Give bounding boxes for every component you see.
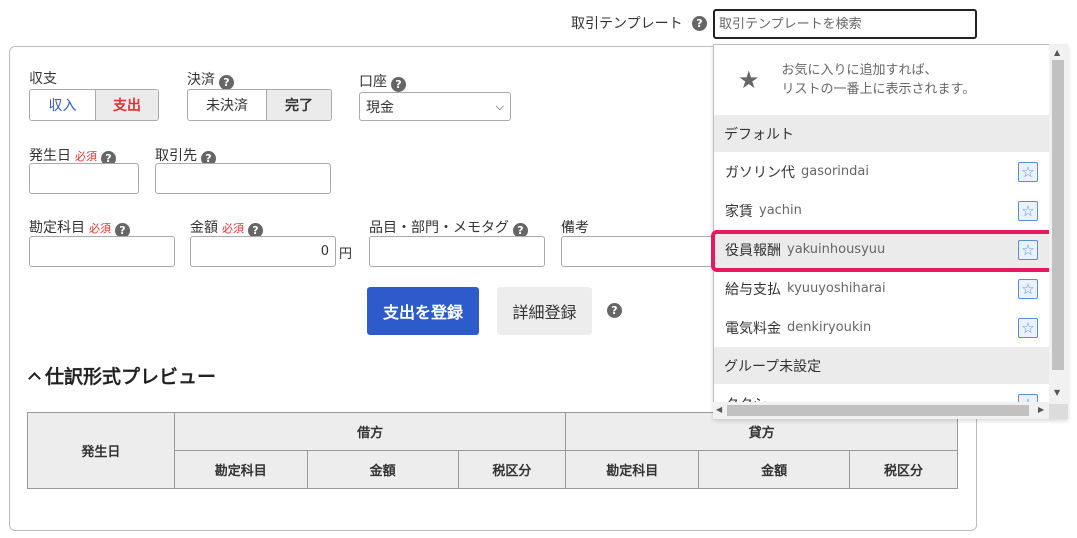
unsettled-option[interactable]: 未決済: [188, 90, 266, 120]
register-expense-button[interactable]: 支出を登録: [367, 287, 479, 335]
scroll-down-icon[interactable]: ▼: [1054, 388, 1060, 397]
account-label: 口座?: [359, 71, 406, 92]
type-label: 収支: [29, 71, 57, 87]
settlement-toggle: 未決済 完了: [187, 89, 332, 121]
help-icon[interactable]: ?: [219, 75, 234, 90]
group-header: デフォルト: [714, 115, 1050, 152]
favorite-hint: ★ お気に入りに追加すれば、 リストの一番上に表示されます。: [714, 45, 1050, 115]
settlement-label: 決済?: [187, 69, 234, 90]
type-toggle: 収入 支出: [29, 89, 159, 121]
scrollbar-thumb[interactable]: [727, 405, 1029, 416]
favorite-star-icon[interactable]: ☆: [1018, 318, 1038, 338]
template-item[interactable]: 給与支払 kyuuyoshiharai ☆: [714, 269, 1050, 308]
header-debit-amount: 金額: [306, 450, 459, 489]
header-credit-account: 勘定科目: [565, 450, 700, 489]
journal-preview-toggle[interactable]: 仕訳形式プレビュー: [27, 362, 216, 389]
account-select[interactable]: 現金 ⌵: [359, 92, 511, 121]
header-credit-amount: 金額: [698, 450, 851, 489]
favorite-star-icon[interactable]: ☆: [1018, 162, 1038, 182]
header-credit-tax: 税区分: [849, 450, 958, 489]
template-item[interactable]: ガソリン代 gasorindai ☆: [714, 152, 1050, 191]
account-select-value: 現金: [366, 99, 394, 116]
highlight-box: [711, 230, 1057, 272]
scroll-left-icon[interactable]: ◀: [716, 405, 722, 414]
favorite-hint-line2: リストの一番上に表示されます。: [781, 82, 976, 97]
help-icon[interactable]: ?: [692, 16, 707, 31]
chevron-down-icon: ⌵: [495, 99, 504, 113]
yen-unit: 円: [339, 247, 353, 262]
chevron-up-icon: [28, 372, 41, 385]
help-icon[interactable]: ?: [607, 303, 622, 318]
header-date: 発生日: [27, 412, 175, 489]
amount-field[interactable]: 0: [190, 236, 336, 267]
template-item[interactable]: 電気料金 denkiryoukin ☆: [714, 308, 1050, 347]
vertical-scrollbar[interactable]: ▲ ▼: [1049, 44, 1068, 404]
template-romaji: kyuuyoshiharai: [787, 281, 886, 296]
partner-field[interactable]: [155, 163, 331, 194]
required-badge: 必須: [89, 222, 111, 235]
expense-option[interactable]: 支出: [94, 90, 158, 120]
template-name: 電気料金: [725, 320, 781, 337]
note-label: 備考: [561, 220, 589, 236]
income-option[interactable]: 収入: [30, 90, 95, 120]
settled-option[interactable]: 完了: [265, 90, 331, 120]
template-item[interactable]: 家賃 yachin ☆: [714, 191, 1050, 230]
scroll-up-icon[interactable]: ▲: [1054, 48, 1060, 57]
journal-preview-title: 仕訳形式プレビュー: [45, 366, 217, 388]
template-name: 家賃: [725, 203, 753, 220]
help-icon[interactable]: ?: [391, 77, 406, 92]
amount-label: 金額 必須?: [190, 217, 263, 238]
category-field[interactable]: [29, 236, 175, 267]
template-search-input[interactable]: [713, 9, 977, 39]
star-icon: ★: [738, 66, 760, 94]
scrollbar-thumb[interactable]: [1052, 60, 1064, 370]
date-field[interactable]: [29, 163, 139, 194]
template-name: ガソリン代: [725, 164, 795, 181]
template-romaji: denkiryoukin: [787, 320, 872, 335]
item-label: 品目・部門・メモタグ?: [369, 217, 528, 238]
template-search-label: 取引テンプレート: [571, 16, 683, 32]
favorite-hint-line1: お気に入りに追加すれば、: [781, 63, 938, 78]
header-debit-tax: 税区分: [457, 450, 567, 489]
scrollbar-corner: [1049, 404, 1068, 419]
detail-register-button[interactable]: 詳細登録: [497, 287, 592, 335]
template-romaji: yachin: [759, 203, 802, 218]
group-header: グループ未設定: [714, 347, 1050, 384]
scroll-right-icon[interactable]: ▶: [1038, 405, 1044, 414]
favorite-star-icon[interactable]: ☆: [1018, 201, 1038, 221]
category-label: 勘定科目 必須?: [29, 217, 130, 238]
header-debit: 借方: [173, 412, 567, 451]
header-debit-account: 勘定科目: [173, 450, 308, 489]
template-romaji: gasorindai: [801, 164, 869, 179]
item-field[interactable]: [369, 236, 545, 267]
journal-preview-table: 発生日 借方 貸方 勘定科目 金額 税区分 勘定科目 金額 税区分: [27, 412, 958, 489]
required-badge: 必須: [222, 222, 244, 235]
favorite-star-icon[interactable]: ☆: [1018, 279, 1038, 299]
template-name: 給与支払: [725, 281, 781, 298]
note-field[interactable]: [561, 236, 721, 267]
required-badge: 必須: [75, 150, 97, 163]
horizontal-scrollbar[interactable]: ◀ ▶: [713, 402, 1049, 419]
